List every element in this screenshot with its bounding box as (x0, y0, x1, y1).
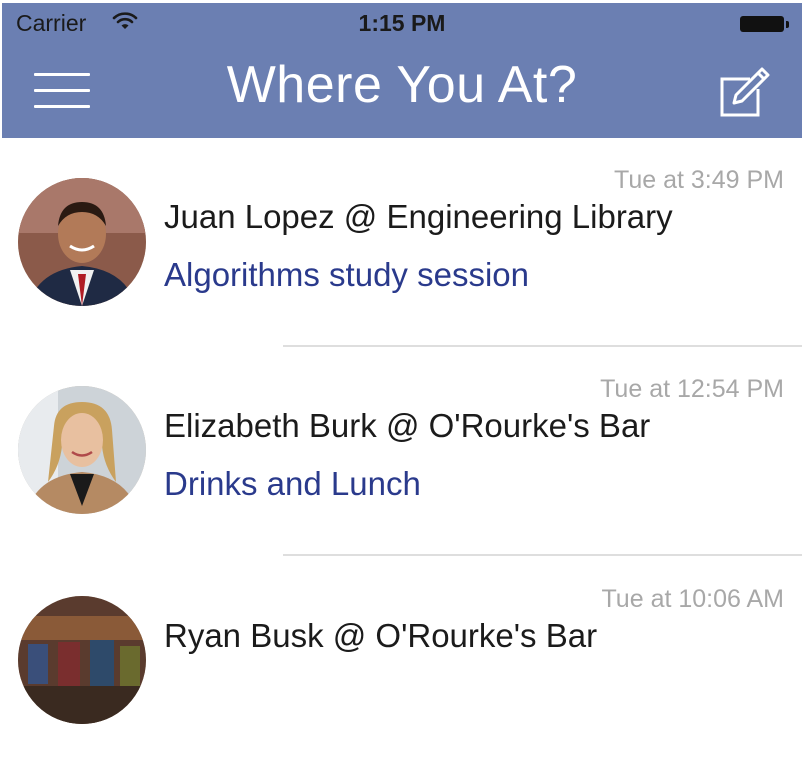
row-separator (283, 345, 802, 347)
header: Carrier 1:15 PM Where You At? (2, 3, 802, 138)
compose-icon[interactable] (716, 65, 772, 121)
status-bar: Carrier 1:15 PM (2, 3, 802, 43)
feed-item[interactable]: Tue at 3:49 PM Juan Lopez @ Engineering … (0, 138, 804, 347)
ryan-avatar-image (18, 596, 146, 724)
item-note: Algorithms study session (164, 256, 529, 293)
elizabeth-avatar-image (18, 386, 146, 514)
item-timestamp: Tue at 3:49 PM (614, 166, 784, 194)
avatar (18, 596, 146, 724)
battery-icon (740, 16, 790, 34)
item-person-location: Juan Lopez @ Engineering Library (164, 198, 673, 235)
page-title: Where You At? (226, 56, 578, 114)
avatar (18, 178, 146, 306)
feed-item[interactable]: Tue at 12:54 PM Elizabeth Burk @ O'Rourk… (0, 348, 804, 556)
feed-item[interactable]: Tue at 10:06 AM Ryan Busk @ O'Rourke's B… (0, 558, 804, 766)
item-timestamp: Tue at 10:06 AM (601, 585, 784, 613)
item-timestamp: Tue at 12:54 PM (600, 375, 784, 403)
item-person-location: Ryan Busk @ O'Rourke's Bar (164, 617, 598, 654)
row-separator (283, 554, 802, 556)
avatar (18, 386, 146, 514)
juan-avatar-image (18, 178, 146, 306)
item-person-location: Elizabeth Burk @ O'Rourke's Bar (164, 407, 651, 444)
status-time: 1:15 PM (358, 10, 446, 36)
item-note: Drinks and Lunch (164, 465, 421, 502)
